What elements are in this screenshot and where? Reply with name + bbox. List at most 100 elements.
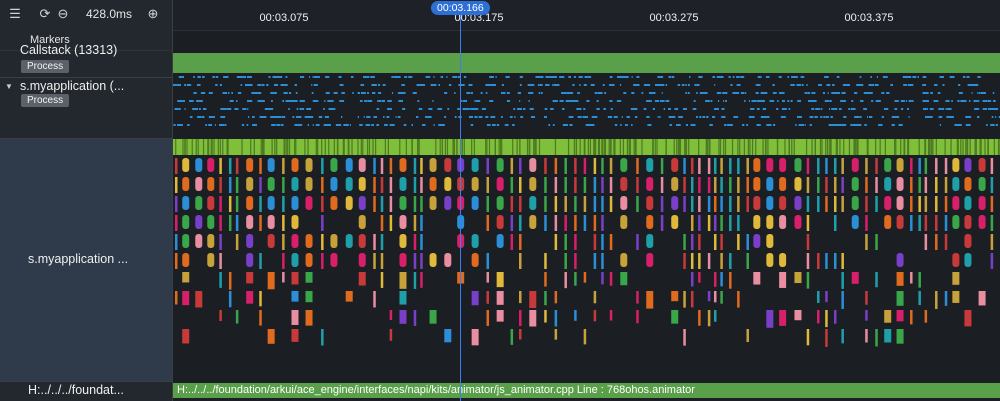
refresh-icon[interactable]: ⟳ (38, 6, 52, 21)
trace-slice (305, 272, 313, 283)
trace-slice (609, 84, 615, 86)
trace-slice (195, 234, 203, 248)
trace-slice (496, 215, 504, 229)
trace-slice (793, 76, 798, 78)
trace-slice (729, 272, 732, 289)
trace-slice (756, 100, 761, 102)
zoom-out-icon[interactable]: ⊖ (56, 6, 70, 21)
trace-slice (841, 196, 844, 212)
trace-slice (381, 100, 385, 102)
trace-slice (910, 158, 913, 174)
trace-slice (739, 139, 741, 155)
trace-slice (790, 100, 793, 102)
track-event-row[interactable]: H:../../../foundat... (0, 381, 172, 401)
trace-slice (891, 124, 895, 126)
trace-slice (413, 215, 417, 231)
trace-slice (261, 84, 265, 86)
trace-slice (486, 253, 490, 269)
expand-caret-icon[interactable]: ▼ (5, 82, 13, 91)
trace-slice (267, 272, 275, 290)
trace-slice (241, 76, 243, 78)
trace-slice (519, 234, 522, 250)
trace-slice (589, 124, 595, 126)
trace-slice (671, 177, 679, 191)
trace-slice (896, 158, 904, 172)
trace-slice (713, 215, 717, 231)
trace-slice (609, 234, 613, 250)
trace-slice (276, 124, 280, 126)
trace-slice (318, 116, 323, 118)
trace-slice (231, 92, 233, 94)
trace-slice (182, 158, 190, 172)
trace-slice (207, 158, 215, 172)
trace-slice (561, 92, 565, 94)
trace-slice (182, 329, 190, 344)
trace-slice (247, 116, 250, 118)
trace-slice (182, 234, 190, 248)
trace-slice (593, 158, 597, 174)
trace-slice (197, 76, 201, 78)
trace-slice (420, 234, 423, 250)
trace-slice (574, 158, 577, 174)
trace-slice (993, 108, 999, 110)
trace-slice (288, 92, 292, 94)
trace-slice (952, 158, 960, 172)
trace-slice (793, 139, 795, 155)
trace-slice (743, 139, 745, 155)
trace-slice (624, 124, 628, 126)
trace-slice (454, 92, 456, 94)
timeline-area[interactable]: 00:03.075 00:03.175 00:03.275 00:03.375 … (173, 0, 1000, 401)
trace-slice (494, 139, 496, 155)
trace-slice (776, 139, 779, 155)
trace-slice (285, 76, 288, 78)
trace-events-canvas[interactable] (173, 0, 1000, 401)
trace-slice (173, 124, 176, 126)
trace-slice (978, 215, 986, 229)
trace-slice (841, 272, 844, 289)
trace-slice (300, 76, 305, 78)
trace-slice (550, 108, 554, 110)
trace-slice (425, 116, 430, 118)
trace-slice (554, 215, 558, 231)
trace-slice (842, 84, 847, 86)
trace-slice (819, 139, 822, 155)
track-thread-expanded[interactable]: s.myapplication ... (0, 139, 172, 382)
trace-slice (652, 108, 655, 110)
trace-slice (574, 310, 577, 321)
trace-slice (219, 215, 222, 231)
trace-slice (440, 76, 444, 78)
trace-slice (321, 158, 324, 174)
list-icon[interactable]: ☰ (8, 6, 22, 21)
trace-slice (544, 310, 547, 323)
trace-slice (243, 108, 247, 110)
trace-slice (220, 108, 223, 110)
trace-slice (636, 76, 640, 78)
trace-slice (573, 100, 575, 102)
track-myapplication[interactable]: ▼ s.myapplication (... Process (0, 78, 172, 139)
trace-slice (723, 100, 725, 102)
trace-slice (471, 196, 479, 210)
trace-slice (807, 92, 811, 94)
trace-slice (235, 196, 239, 212)
trace-slice (978, 196, 986, 210)
track-callstack[interactable]: Callstack (13313) Process (0, 43, 172, 78)
trace-slice (720, 158, 723, 174)
trace-slice (564, 215, 567, 231)
trace-slice (513, 108, 516, 110)
zoom-in-icon[interactable]: ⊕ (146, 6, 160, 21)
trace-slice (529, 291, 537, 309)
trace-slice (496, 310, 504, 322)
time-cursor-line[interactable] (460, 15, 461, 401)
trace-slice (730, 84, 733, 86)
trace-slice (620, 158, 628, 172)
trace-slice (900, 139, 902, 155)
trace-slice (247, 108, 249, 110)
trace-slice (609, 158, 613, 174)
trace-slice (195, 215, 203, 229)
trace-slice (474, 116, 478, 118)
trace-slice (601, 215, 604, 231)
trace-slice (188, 84, 190, 86)
trace-slice (278, 76, 283, 78)
trace-slice (533, 139, 535, 155)
selected-event-slice[interactable]: H:../../../foundation/arkui/ace_engine/i… (173, 383, 1000, 398)
